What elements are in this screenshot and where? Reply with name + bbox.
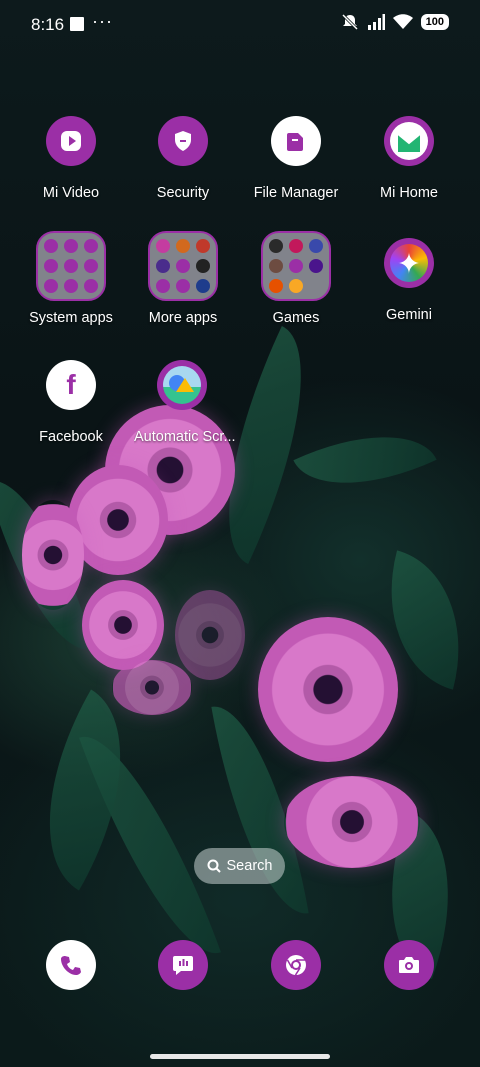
- search-icon: [207, 859, 221, 873]
- status-time: 8:16: [31, 15, 65, 34]
- app-label: Automatic Scr...: [134, 429, 236, 445]
- app-automatic-screenshot[interactable]: Automatic Scr...: [128, 360, 236, 445]
- signal-icon: [367, 14, 385, 30]
- folder-more-apps[interactable]: More apps: [128, 231, 238, 326]
- app-label: Security: [156, 185, 210, 201]
- folder-icon: [261, 231, 331, 301]
- app-facebook[interactable]: f Facebook: [16, 360, 126, 445]
- dock-messages[interactable]: [128, 940, 238, 990]
- folder-system-apps[interactable]: System apps: [16, 231, 126, 326]
- app-file-manager[interactable]: File Manager: [241, 116, 351, 201]
- app-label: Games: [272, 310, 320, 326]
- status-bar: 8:16 ··· 100: [0, 0, 480, 48]
- silent-icon: [341, 14, 358, 30]
- app-security[interactable]: Security: [128, 116, 238, 201]
- app-label: More apps: [148, 310, 218, 326]
- app-label: Mi Video: [42, 185, 100, 201]
- shield-icon: [158, 116, 208, 166]
- app-gemini[interactable]: Gemini: [354, 238, 464, 323]
- play-icon: [46, 116, 96, 166]
- app-label: Mi Home: [379, 185, 438, 201]
- more-notifications-icon: ···: [92, 11, 113, 31]
- camera-icon: [384, 940, 434, 990]
- gemini-icon: [384, 238, 434, 288]
- facebook-icon: f: [46, 360, 96, 410]
- app-label: File Manager: [253, 185, 339, 201]
- search-label: Search: [226, 858, 273, 874]
- folder-games[interactable]: Games: [241, 231, 351, 326]
- chrome-icon: [271, 940, 321, 990]
- notification-icon: [70, 17, 84, 31]
- app-label: Facebook: [39, 429, 103, 445]
- folder-icon: [36, 231, 106, 301]
- dock-chrome[interactable]: [241, 940, 351, 990]
- app-mi-home[interactable]: Mi Home: [354, 116, 464, 201]
- folder-file-icon: [271, 116, 321, 166]
- search-button[interactable]: Search: [194, 848, 285, 884]
- message-icon: [158, 940, 208, 990]
- wifi-icon: [392, 14, 413, 29]
- dock-phone[interactable]: [16, 940, 126, 990]
- mi-home-icon: [384, 116, 434, 166]
- app-label: System apps: [29, 310, 113, 326]
- app-label: Gemini: [386, 307, 432, 323]
- folder-icon: [148, 231, 218, 301]
- app-mi-video[interactable]: Mi Video: [16, 116, 126, 201]
- dock-camera[interactable]: [354, 940, 464, 990]
- phone-icon: [46, 940, 96, 990]
- gesture-navigation-bar[interactable]: [150, 1054, 330, 1059]
- photos-icon: [157, 360, 207, 410]
- battery-indicator: 100: [420, 14, 449, 30]
